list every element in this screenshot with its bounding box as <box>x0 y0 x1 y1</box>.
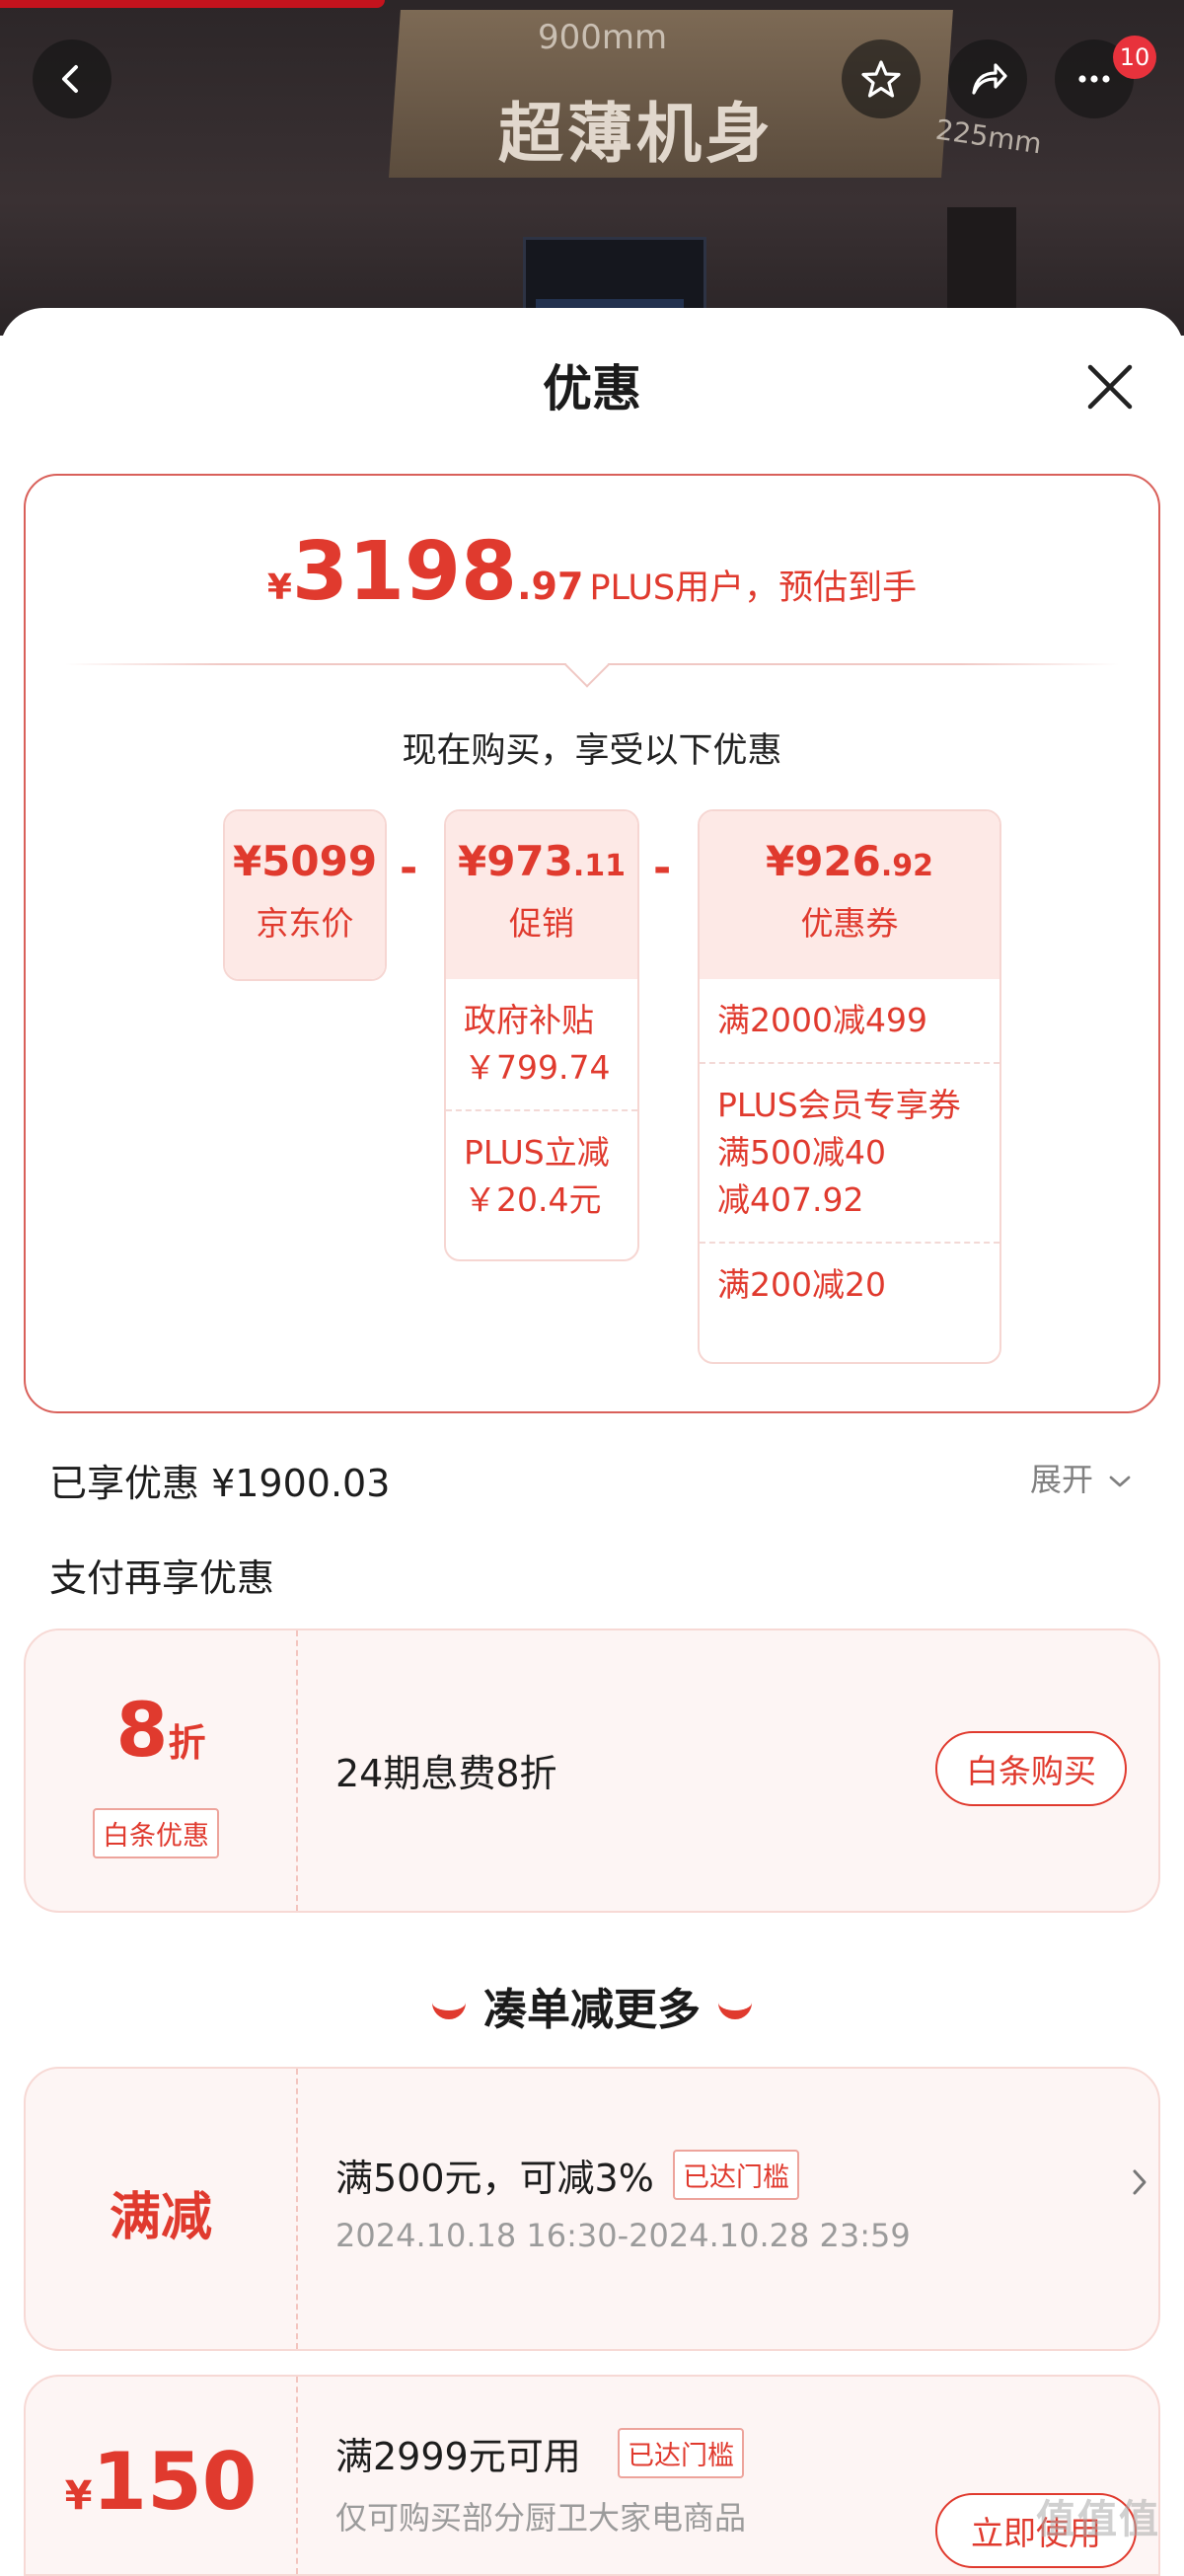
share-icon <box>972 63 1007 95</box>
coupon-box: ¥926.92 优惠券 满2000减499 PLUS会员专享券 满500减40 … <box>698 809 1001 1364</box>
coupon-separator <box>296 2069 298 2349</box>
baitiao-desc: 24期息费8折 <box>335 1752 557 1795</box>
close-button[interactable] <box>1080 357 1140 417</box>
coupon-head: ¥926.92 优惠券 <box>700 811 999 979</box>
watermark-logo: 值值值 <box>1036 2497 1160 2542</box>
discount-sheet: 优惠 ¥3198.97 PLUS用户，预估到手 现在购买，享受以下优惠 ¥5099… <box>0 308 1184 2576</box>
price-decimal: .97 <box>517 565 584 608</box>
coupon-150-amount: ¥150 <box>64 2436 258 2528</box>
jd-price-head: ¥5099 京东价 <box>225 811 385 979</box>
chevron-down-icon <box>1109 1476 1131 1487</box>
jd-price-caption: 京东价 <box>256 904 354 943</box>
divider-notch <box>564 643 610 688</box>
full-reduce-card[interactable]: 满减 满500元，可减3% 已达门槛 2024.10.18 16:30-2024… <box>24 2067 1160 2351</box>
breakdown-subtitle: 现在购买，享受以下优惠 <box>402 731 782 771</box>
full-reduce-label: 满减 <box>109 2188 212 2247</box>
coupon-150-desc: 满2999元可用 <box>335 2435 581 2478</box>
enjoyed-discount: 已享优惠 ¥1900.03 <box>49 1462 391 1505</box>
coupon-caption: 优惠券 <box>800 904 899 943</box>
price-integer: 3198 <box>291 525 518 619</box>
pay-section-title: 支付再享优惠 <box>49 1556 275 1600</box>
coupon-150-note: 仅可购买部分厨卫大家电商品 <box>335 2499 747 2537</box>
final-price: ¥3198.97 PLUS用户，预估到手 <box>26 525 1158 619</box>
price-currency: ¥ <box>266 568 292 608</box>
expand-button[interactable]: 展开 <box>1030 1455 1133 1500</box>
back-button[interactable] <box>33 39 111 118</box>
price-breakdown-card: ¥3198.97 PLUS用户，预估到手 现在购买，享受以下优惠 ¥5099 京东… <box>24 474 1160 1413</box>
more-dots-icon <box>1078 75 1110 83</box>
price-label: PLUS用户，预估到手 <box>589 568 918 608</box>
full-reduce-desc: 满500元，可减3% <box>335 2157 654 2200</box>
notification-badge: 10 <box>1113 36 1156 79</box>
favorite-button[interactable] <box>842 39 921 118</box>
promo-item-plus: PLUS立减 ￥20.4元 <box>446 1109 637 1242</box>
coupon-amount: ¥926.92 <box>765 837 934 885</box>
smile-decoration <box>432 1995 466 2019</box>
full-reduce-period: 2024.10.18 16:30-2024.10.28 23:59 <box>335 2217 911 2254</box>
product-slogan: 超薄机身 <box>498 96 775 172</box>
star-icon <box>861 60 901 98</box>
more-section-title: 凑单减更多 <box>0 1974 1184 2037</box>
dimension-depth: 225mm <box>933 113 1044 161</box>
coupon-item-200: 满200减20 <box>700 1242 999 1326</box>
promo-amount: ¥973.11 <box>457 837 627 885</box>
coupon-item-2000: 满2000减499 <box>717 1001 927 1039</box>
coupon-item-plus: PLUS会员专享券 满500减40 减407.92 <box>700 1062 999 1242</box>
jd-price-amount: ¥5099 <box>232 837 378 885</box>
chevron-right-icon <box>1133 2169 1147 2195</box>
coupon-separator <box>296 1630 298 1911</box>
promo-item-subsidy: 政府补贴 ￥799.74 <box>464 1001 611 1087</box>
minus-sign: - <box>400 843 418 893</box>
discount-rate: 8折 <box>115 1686 206 1774</box>
minus-sign: - <box>653 843 672 893</box>
coupon-separator <box>296 2377 298 2574</box>
promo-box: ¥973.11 促销 政府补贴 ￥799.74 PLUS立减 ￥20.4元 <box>444 809 639 1261</box>
sheet-title: 优惠 <box>543 360 641 417</box>
baitiao-buy-button[interactable]: 白条购买 <box>935 1731 1127 1806</box>
dimension-width: 900mm <box>538 18 668 57</box>
threshold-tag: 已达门槛 <box>673 2150 799 2200</box>
top-red-bar <box>0 0 385 8</box>
coupon-150-card: ¥150 满2999元可用 已达门槛 仅可购买部分厨卫大家电商品 立即使用 <box>24 2375 1160 2576</box>
promo-head: ¥973.11 促销 <box>446 811 637 979</box>
share-button[interactable] <box>948 39 1027 118</box>
promo-caption: 促销 <box>509 904 574 943</box>
close-icon <box>1087 364 1133 410</box>
threshold-tag: 已达门槛 <box>618 2428 744 2478</box>
jd-price-box: ¥5099 京东价 <box>223 809 387 981</box>
expand-label: 展开 <box>1030 1461 1094 1498</box>
chevron-left-icon <box>62 65 78 93</box>
baitiao-offer-card: 8折 白条优惠 24期息费8折 白条购买 <box>24 1629 1160 1913</box>
baitiao-tag: 白条优惠 <box>93 1808 219 1858</box>
smile-decoration <box>718 1995 752 2019</box>
